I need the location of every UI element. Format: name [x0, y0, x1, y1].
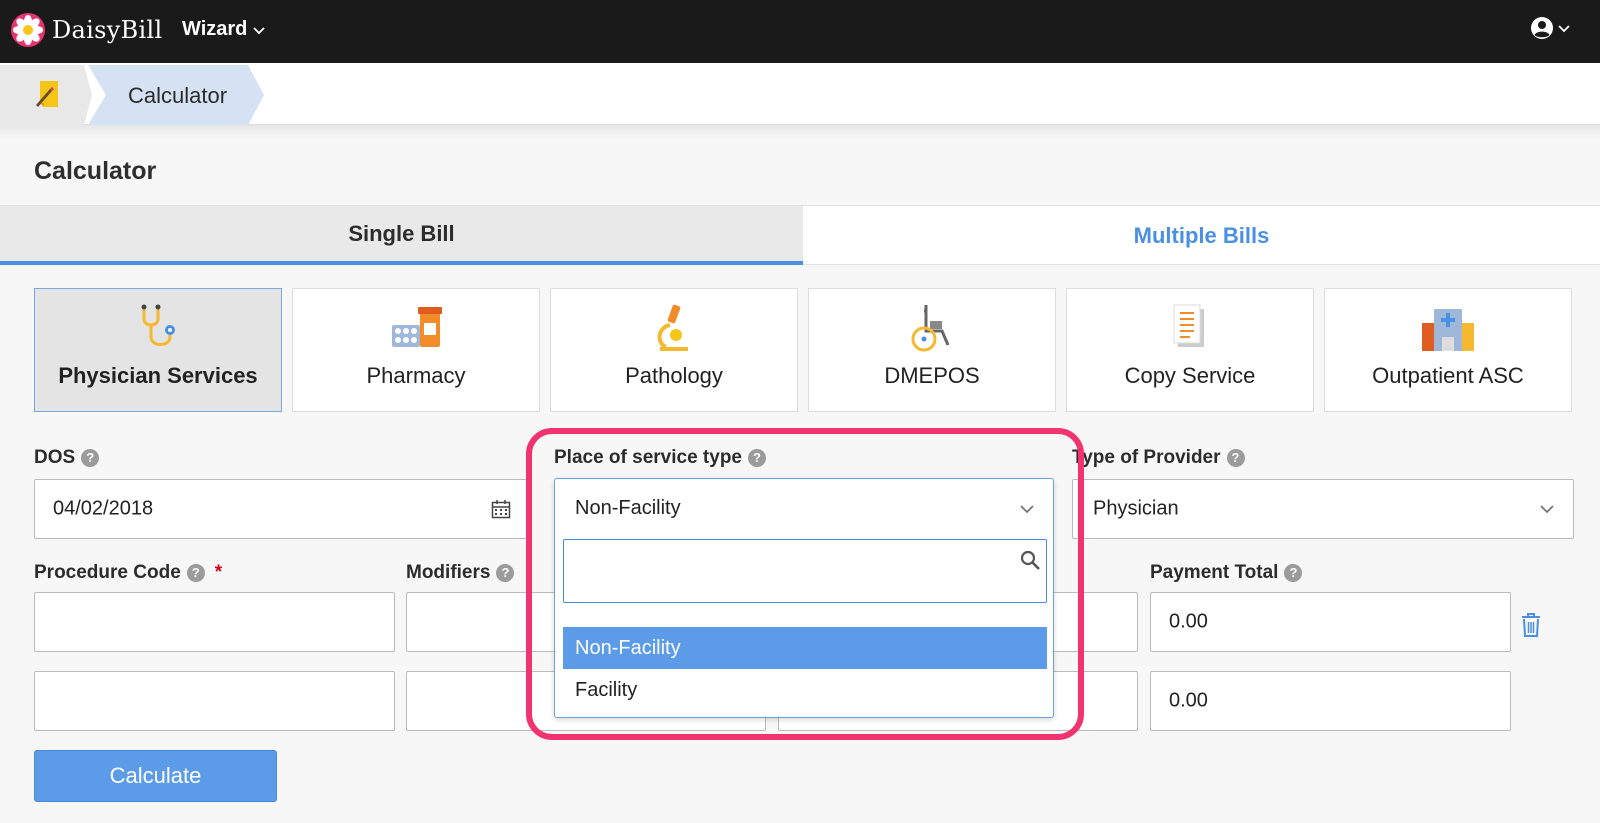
- provider-select[interactable]: Physician: [1072, 479, 1574, 539]
- procedure-code-input[interactable]: [34, 671, 395, 731]
- category-outpatient-asc[interactable]: Outpatient ASC: [1324, 288, 1572, 412]
- help-icon[interactable]: ?: [748, 449, 766, 467]
- pos-dropdown: Non-Facility Non-Facility Facility: [554, 478, 1054, 718]
- wizard-label: Wizard: [182, 18, 248, 40]
- trash-icon[interactable]: [1520, 612, 1542, 638]
- divider: [0, 125, 1600, 139]
- chevron-down-icon: [1558, 25, 1570, 33]
- page-title: Calculator: [34, 157, 157, 185]
- category-pharmacy[interactable]: Pharmacy: [292, 288, 540, 412]
- pos-select[interactable]: Non-Facility: [555, 479, 1053, 537]
- pos-search-input[interactable]: [563, 539, 1047, 603]
- category-label: Pathology: [625, 363, 723, 388]
- breadcrumb: Calculator: [0, 63, 1600, 125]
- provider-value: Physician: [1093, 497, 1179, 520]
- pos-selected-value: Non-Facility: [575, 497, 681, 519]
- provider-label: Type of Provider?: [1072, 447, 1245, 469]
- category-copy-service[interactable]: Copy Service: [1066, 288, 1314, 412]
- help-icon[interactable]: ?: [1284, 564, 1303, 582]
- brand[interactable]: DaisyBill: [10, 12, 162, 48]
- dos-value: 04/02/2018: [53, 497, 154, 520]
- wizard-menu[interactable]: Wizard: [182, 18, 266, 41]
- payment-total-value: 0.00: [1169, 689, 1208, 712]
- calculate-button[interactable]: Calculate: [34, 750, 277, 802]
- tab-multiple-bills[interactable]: Multiple Bills: [803, 206, 1600, 265]
- tab-single-bill[interactable]: Single Bill: [0, 206, 803, 265]
- stethoscope-icon: [141, 304, 175, 346]
- pos-option-non-facility[interactable]: Non-Facility: [563, 627, 1047, 669]
- help-icon[interactable]: ?: [186, 564, 205, 582]
- top-navbar: DaisyBill Wizard: [0, 0, 1600, 63]
- wheelchair-icon: [911, 305, 950, 352]
- payment-total-value: 0.00: [1169, 610, 1208, 633]
- daisy-logo-icon: [11, 13, 45, 47]
- brand-name: DaisyBill: [52, 16, 163, 44]
- chevron-down-icon: [253, 26, 266, 34]
- category-label: Pharmacy: [366, 363, 466, 388]
- calendar-icon[interactable]: [491, 499, 511, 519]
- chevron-down-icon: [1540, 505, 1554, 514]
- tab-bar: Single Bill Multiple Bills: [0, 205, 1600, 265]
- pills-icon: [392, 307, 442, 347]
- category-label: Outpatient ASC: [1372, 363, 1524, 388]
- hospital-icon: [1422, 309, 1474, 351]
- chevron-down-icon: [1020, 505, 1034, 514]
- breadcrumb-label: Calculator: [128, 83, 228, 108]
- breadcrumb-current: Calculator: [88, 65, 264, 125]
- required-marker: *: [214, 562, 223, 583]
- category-label: Physician Services: [58, 363, 258, 388]
- category-physician-services[interactable]: Physician Services: [34, 288, 282, 412]
- notepad-pencil-icon: [36, 81, 58, 107]
- user-avatar-icon: [1531, 17, 1553, 39]
- dos-input[interactable]: 04/02/2018: [34, 479, 528, 539]
- help-icon[interactable]: ?: [1226, 449, 1245, 467]
- category-label: Copy Service: [1124, 363, 1256, 388]
- payment-total-field: 0.00: [1150, 592, 1511, 652]
- document-icon: [1173, 304, 1204, 347]
- modifiers-label: Modifiers?: [406, 562, 515, 584]
- microscope-icon: [657, 304, 688, 351]
- procedure-code-input[interactable]: [34, 592, 395, 652]
- search-icon: [1020, 550, 1040, 570]
- pos-option-facility[interactable]: Facility: [563, 669, 1047, 711]
- help-icon[interactable]: ?: [496, 564, 515, 582]
- user-menu[interactable]: [1530, 16, 1570, 40]
- breadcrumb-home[interactable]: [0, 65, 92, 125]
- dos-label: DOS?: [34, 447, 100, 469]
- pos-label: Place of service type?: [554, 447, 766, 469]
- payment-total-label: Payment Total?: [1150, 562, 1303, 584]
- payment-total-field: 0.00: [1150, 671, 1511, 731]
- category-label: DMEPOS: [884, 363, 980, 388]
- category-pathology[interactable]: Pathology: [550, 288, 798, 412]
- category-dmepos[interactable]: DMEPOS: [808, 288, 1056, 412]
- procedure-label: Procedure Code? *: [34, 562, 223, 583]
- help-icon[interactable]: ?: [81, 449, 100, 467]
